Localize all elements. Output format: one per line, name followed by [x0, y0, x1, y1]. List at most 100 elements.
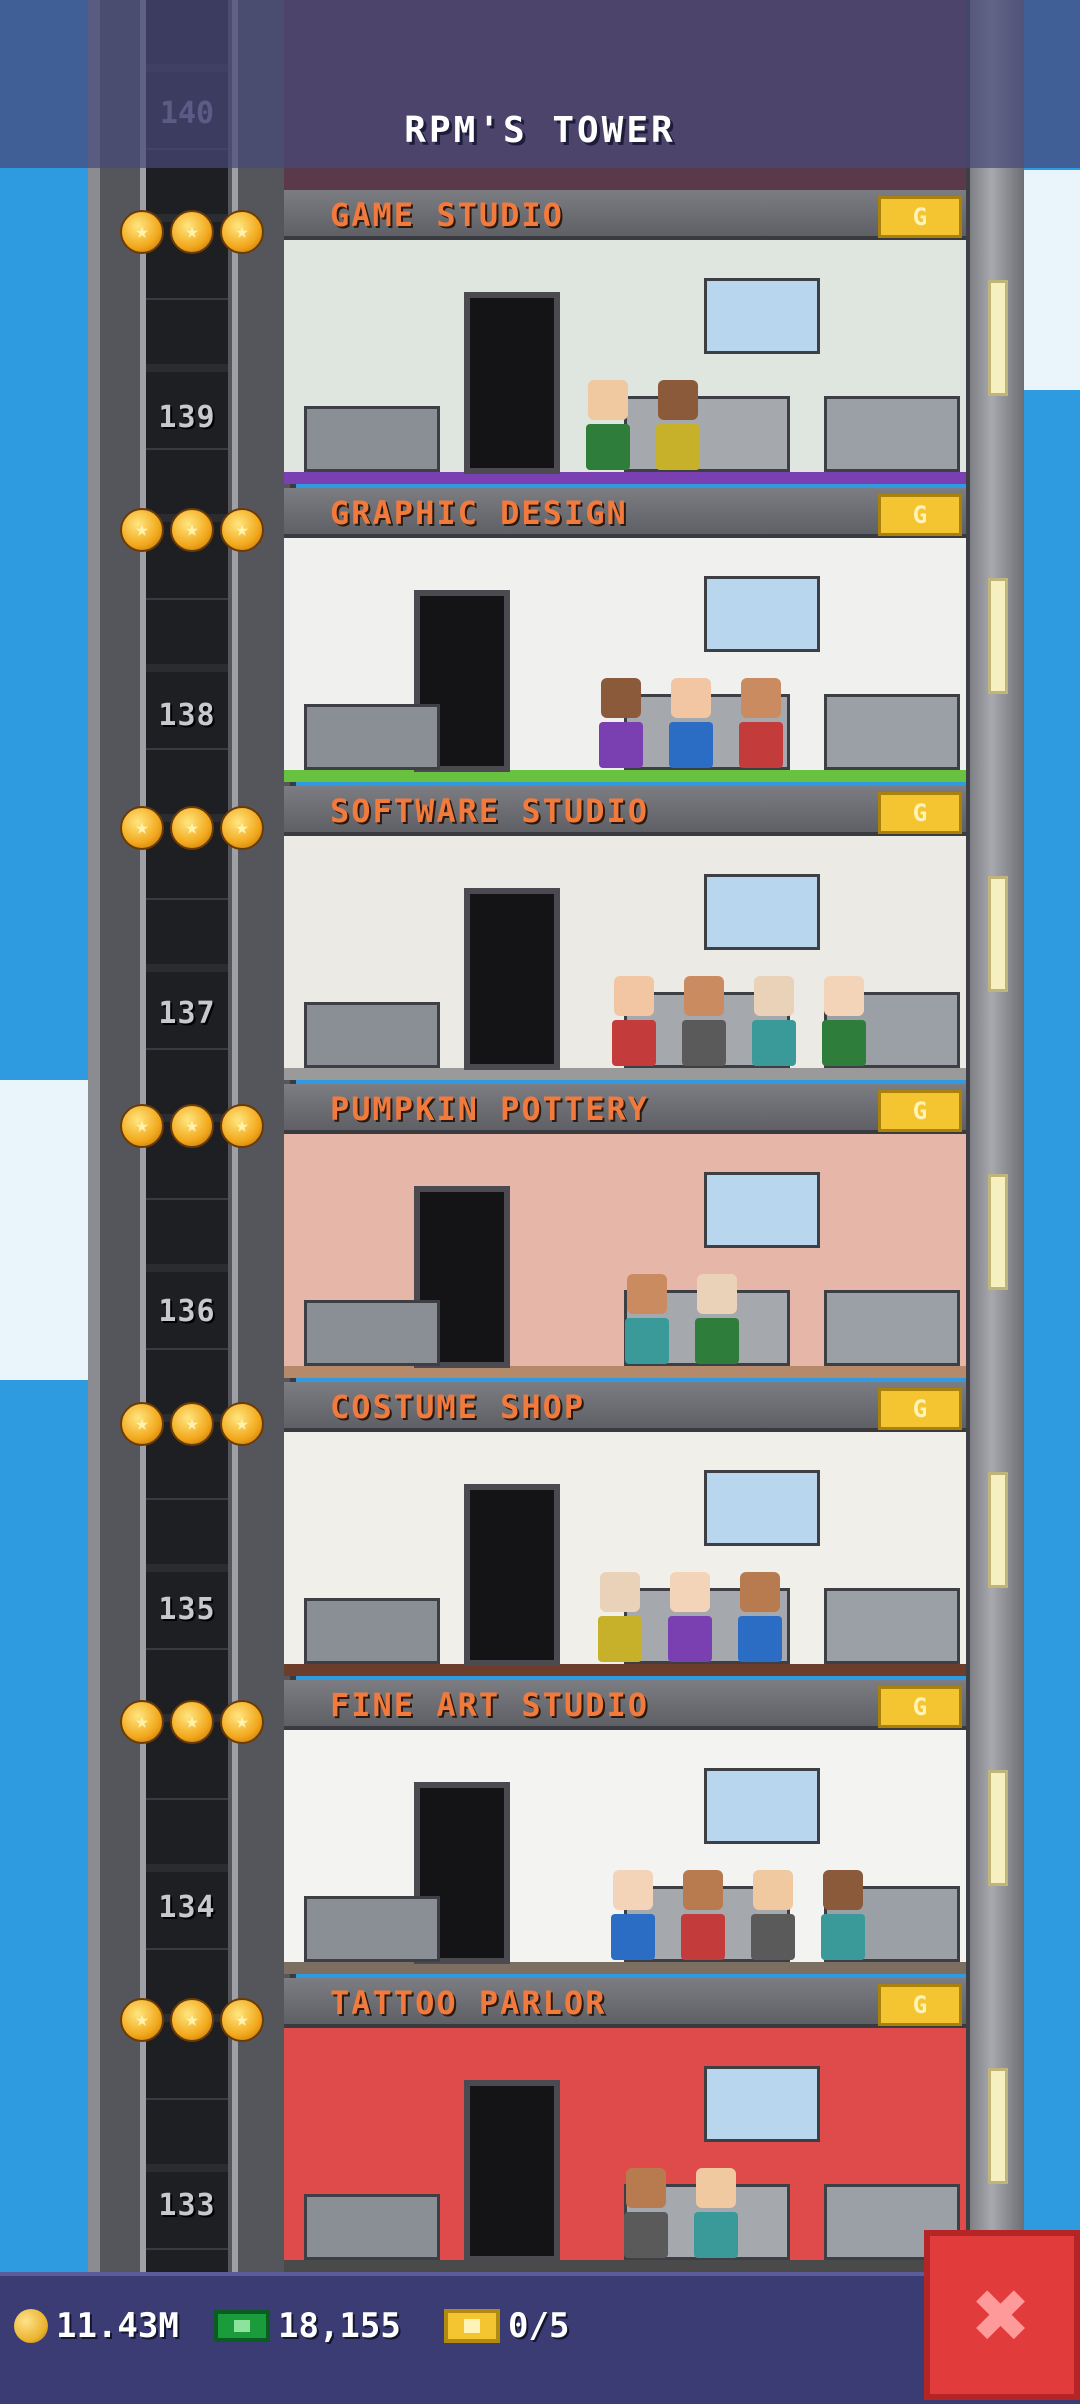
floor-strip — [284, 1962, 966, 1974]
floor-138[interactable]: GRAPHIC DESIGN G — [284, 488, 966, 782]
furniture — [704, 576, 820, 652]
star-icon: ★ — [120, 806, 164, 850]
star-icon: ★ — [120, 1700, 164, 1744]
floor-name: COSTUME SHOP — [330, 1388, 586, 1426]
room-interior — [284, 538, 966, 782]
wall-light — [988, 1174, 1008, 1290]
floor-stars: ★ ★ ★ — [120, 806, 264, 850]
star-icon: ★ — [170, 1402, 214, 1446]
bitizen[interactable] — [750, 976, 798, 1066]
tickets-display[interactable]: 0/5 — [444, 2296, 569, 2356]
tower-title: RPM'S TOWER — [404, 110, 676, 151]
bitizen[interactable] — [736, 1572, 784, 1662]
floor-stars: ★ ★ ★ — [120, 1104, 264, 1148]
furniture — [824, 396, 960, 472]
room-interior — [284, 1134, 966, 1378]
furniture — [704, 1470, 820, 1546]
floor-stars: ★ ★ ★ — [120, 1700, 264, 1744]
floor-header: COSTUME SHOP G — [284, 1382, 966, 1432]
wall-light — [988, 578, 1008, 694]
floor-136[interactable]: PUMPKIN POTTERY G — [284, 1084, 966, 1378]
floor-header: FINE ART STUDIO G — [284, 1680, 966, 1730]
coins-display[interactable]: 11.43M — [14, 2296, 179, 2356]
furniture — [624, 396, 790, 472]
furniture — [304, 1598, 440, 1664]
collect-coins-badge[interactable]: G — [878, 1984, 962, 2026]
room-interior — [284, 240, 966, 484]
wall-light — [988, 1770, 1008, 1886]
tickets-value: 0/5 — [508, 2306, 570, 2346]
collect-coins-badge[interactable]: G — [878, 792, 962, 834]
furniture — [304, 704, 440, 770]
close-button[interactable]: ✖ — [924, 2230, 1080, 2400]
bitizen[interactable] — [610, 976, 658, 1066]
floor-139[interactable]: GAME STUDIO G — [284, 190, 966, 484]
bitizen[interactable] — [749, 1870, 797, 1960]
bitizen[interactable] — [666, 1572, 714, 1662]
coins-value: 11.43M — [56, 2306, 179, 2346]
coin-icon — [14, 2309, 48, 2343]
bitizen[interactable] — [654, 380, 702, 470]
floor-header: PUMPKIN POTTERY G — [284, 1084, 966, 1134]
bitizen[interactable] — [737, 678, 785, 768]
furniture — [304, 2194, 440, 2260]
collect-coins-badge[interactable]: G — [878, 196, 962, 238]
furniture — [304, 406, 440, 472]
floor-name: PUMPKIN POTTERY — [330, 1090, 649, 1128]
floor-strip — [284, 1664, 966, 1676]
floor-number: 139 — [158, 400, 216, 435]
bitizen[interactable] — [584, 380, 632, 470]
cloud — [1020, 170, 1080, 390]
bitizen[interactable] — [597, 678, 645, 768]
floor-name: FINE ART STUDIO — [330, 1686, 649, 1724]
bux-display[interactable]: 18,155 — [214, 2296, 401, 2356]
wall-light — [988, 2068, 1008, 2184]
bitizen[interactable] — [623, 1274, 671, 1364]
collect-coins-badge[interactable]: G — [878, 1686, 962, 1728]
furniture — [824, 1588, 960, 1664]
bitizen[interactable] — [679, 1870, 727, 1960]
bitizen[interactable] — [692, 2168, 740, 2258]
collect-coins-badge[interactable]: G — [878, 494, 962, 536]
room-interior — [284, 2028, 966, 2272]
star-icon: ★ — [120, 1402, 164, 1446]
furniture — [704, 2066, 820, 2142]
star-icon: ★ — [120, 1998, 164, 2042]
star-icon: ★ — [220, 1700, 264, 1744]
furniture — [824, 1290, 960, 1366]
floor-strip — [284, 770, 966, 782]
bitizen[interactable] — [596, 1572, 644, 1662]
close-icon: ✖ — [973, 2259, 1031, 2371]
floor-name: GAME STUDIO — [330, 196, 564, 234]
bitizen[interactable] — [622, 2168, 670, 2258]
floor-134[interactable]: FINE ART STUDIO G — [284, 1680, 966, 1974]
collect-coins-badge[interactable]: G — [878, 1090, 962, 1132]
floor-number: 138 — [158, 698, 216, 733]
floor-133[interactable]: TATTOO PARLOR G — [284, 1978, 966, 2272]
floor-stars: ★ ★ ★ — [120, 1402, 264, 1446]
bitizen[interactable] — [680, 976, 728, 1066]
star-icon: ★ — [220, 210, 264, 254]
floor-name: TATTOO PARLOR — [330, 1984, 607, 2022]
floor-strip — [284, 1068, 966, 1080]
star-icon: ★ — [170, 1700, 214, 1744]
floor-header: GAME STUDIO G — [284, 190, 966, 240]
bitizen[interactable] — [667, 678, 715, 768]
floor-135[interactable]: COSTUME SHOP G — [284, 1382, 966, 1676]
floor-137[interactable]: SOFTWARE STUDIO G — [284, 786, 966, 1080]
room-door — [464, 292, 560, 474]
furniture — [704, 1768, 820, 1844]
bitizen[interactable] — [609, 1870, 657, 1960]
floor-number: 137 — [158, 996, 216, 1031]
furniture — [704, 1172, 820, 1248]
furniture — [304, 1002, 440, 1068]
floor-header: TATTOO PARLOR G — [284, 1978, 966, 2028]
room-interior — [284, 836, 966, 1080]
furniture — [704, 874, 820, 950]
bitizen[interactable] — [693, 1274, 741, 1364]
floor-strip — [284, 2260, 966, 2272]
bitizen[interactable] — [819, 1870, 867, 1960]
bitizen[interactable] — [820, 976, 868, 1066]
collect-coins-badge[interactable]: G — [878, 1388, 962, 1430]
floor-name: GRAPHIC DESIGN — [330, 494, 628, 532]
